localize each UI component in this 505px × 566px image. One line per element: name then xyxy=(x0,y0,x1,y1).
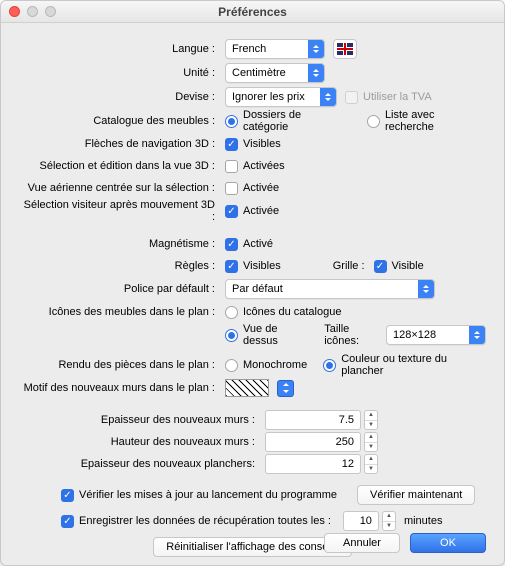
seledit3d-label: Sélection et édition dans la vue 3D : xyxy=(19,160,219,172)
ok-button[interactable]: OK xyxy=(410,533,486,553)
cancel-button[interactable]: Annuler xyxy=(324,533,400,553)
rendupieces-label: Rendu des pièces dans le plan : xyxy=(19,359,219,371)
vat-checkbox xyxy=(345,91,358,104)
epmurs-stepper[interactable]: ▲▼ xyxy=(364,410,378,430)
chevron-updown-icon xyxy=(308,40,324,58)
grille-label: Grille : xyxy=(333,260,365,272)
devise-select[interactable]: Ignorer les prix xyxy=(225,87,337,107)
tailleicone-label: Taille icônes: xyxy=(324,323,378,347)
langue-label: Langue : xyxy=(19,43,219,55)
selvisiteur-label: Sélection visiteur après mouvement 3D : xyxy=(19,199,219,223)
grille-checkbox[interactable]: ✓ xyxy=(374,260,387,273)
seledit3d-checkbox[interactable] xyxy=(225,160,238,173)
nav3d-checkbox[interactable]: ✓ xyxy=(225,138,238,151)
magnetisme-label: Magnétisme : xyxy=(19,238,219,250)
iconesplan-radio-dessus[interactable] xyxy=(225,329,238,342)
devise-label: Devise : xyxy=(19,91,219,103)
chevron-updown-icon xyxy=(469,326,485,344)
htmurs-label: Hauteur des nouveaux murs : xyxy=(19,436,259,448)
updates-checkbox[interactable]: ✓ xyxy=(61,489,74,502)
motif-more-button[interactable] xyxy=(277,380,294,397)
vueaerienne-checkbox[interactable] xyxy=(225,182,238,195)
epmurs-input[interactable] xyxy=(265,410,361,430)
langue-select[interactable]: French xyxy=(225,39,325,59)
regles-checkbox[interactable]: ✓ xyxy=(225,260,238,273)
chevron-updown-icon xyxy=(308,64,324,82)
iconesplan-radio-catalogue[interactable] xyxy=(225,306,238,319)
epplanchers-input[interactable] xyxy=(265,454,361,474)
police-label: Police par défault : xyxy=(19,283,219,295)
recovery-checkbox[interactable]: ✓ xyxy=(61,515,74,528)
motif-swatch[interactable] xyxy=(225,379,269,397)
unite-label: Unité : xyxy=(19,67,219,79)
epplanchers-label: Epaisseur des nouveaux planchers: xyxy=(19,458,259,470)
tailleicone-select[interactable]: 128×128 xyxy=(386,325,486,345)
vueaerienne-label: Vue aérienne centrée sur la sélection : xyxy=(19,182,219,194)
recovery-unit: minutes xyxy=(404,515,443,527)
chevron-updown-icon xyxy=(320,88,336,106)
verify-now-button[interactable]: Vérifier maintenant xyxy=(357,485,475,505)
police-select[interactable]: Par défaut xyxy=(225,279,435,299)
catalogue-label: Catalogue des meubles : xyxy=(19,115,219,127)
regles-label: Règles : xyxy=(19,260,219,272)
epmurs-label: Epaisseur des nouveaux murs : xyxy=(19,414,259,426)
epplanchers-stepper[interactable]: ▲▼ xyxy=(364,454,378,474)
catalogue-radio-liste[interactable] xyxy=(367,115,380,128)
nav3d-label: Flèches de navigation 3D : xyxy=(19,138,219,150)
rendu-radio-couleur[interactable] xyxy=(323,359,336,372)
rendu-radio-mono[interactable] xyxy=(225,359,238,372)
vat-label: Utiliser la TVA xyxy=(363,91,432,103)
magnetisme-checkbox[interactable]: ✓ xyxy=(225,238,238,251)
recovery-label: Enregistrer les données de récupération … xyxy=(79,515,331,527)
iconesplan-label: Icônes des meubles dans le plan : xyxy=(19,306,219,318)
unite-select[interactable]: Centimètre xyxy=(225,63,325,83)
motifmurs-label: Motif des nouveaux murs dans le plan : xyxy=(19,382,219,394)
catalogue-radio-dossiers[interactable] xyxy=(225,115,238,128)
recovery-stepper[interactable]: ▲▼ xyxy=(382,511,396,531)
htmurs-stepper[interactable]: ▲▼ xyxy=(364,432,378,452)
chevron-updown-icon xyxy=(418,280,434,298)
window-title: Préférences xyxy=(1,5,504,19)
recovery-minutes-input[interactable] xyxy=(343,511,379,531)
htmurs-input[interactable] xyxy=(265,432,361,452)
flag-icon xyxy=(337,43,353,55)
updates-label: Vérifier les mises à jour au lancement d… xyxy=(79,489,337,501)
reset-tips-button[interactable]: Réinitialiser l'affichage des conseils xyxy=(153,537,352,557)
selvisiteur-checkbox[interactable]: ✓ xyxy=(225,205,238,218)
locale-flag-button[interactable] xyxy=(333,39,357,59)
